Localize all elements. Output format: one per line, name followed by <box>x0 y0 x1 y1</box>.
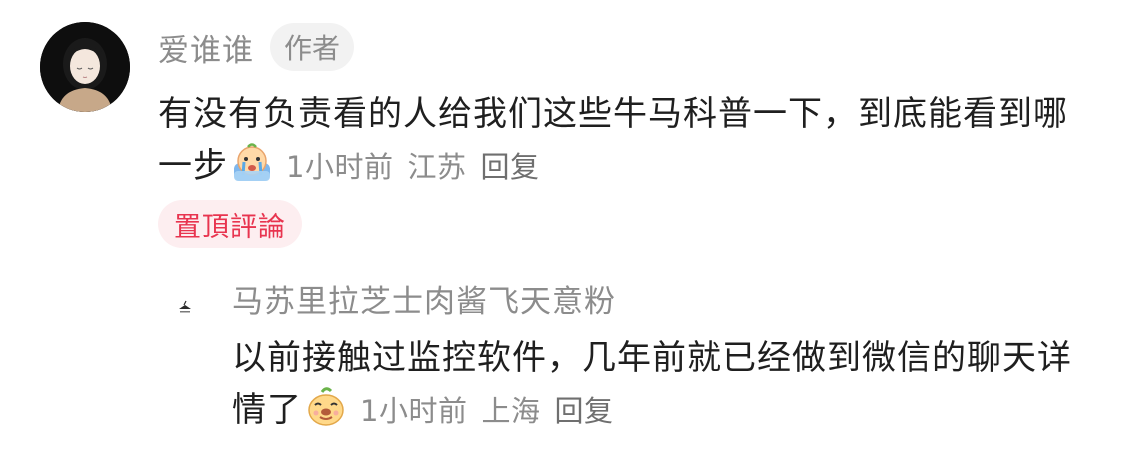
reply-meta: 1小时前 上海 回复 <box>360 394 613 428</box>
comment-reply-button[interactable]: 回复 <box>480 150 539 184</box>
comment-location: 江苏 <box>407 150 467 184</box>
reply-avatar-image <box>179 300 191 313</box>
avatar-image <box>40 22 130 112</box>
comment-body: 有没有负责看的人给我们这些牛马科普一下，到底能看到哪一步 1小时前 江苏 回复 <box>158 88 1078 200</box>
reply-avatar[interactable] <box>174 296 196 318</box>
pinned-comment-badge: 置頂評論 <box>158 200 302 248</box>
comment-meta: 1小时前 江苏 回复 <box>286 150 539 184</box>
reply-text: 以前接触过监控软件，几年前就已经做到微信的聊天详情了 <box>232 338 1072 430</box>
reply-username[interactable]: 马苏里拉芝士肉酱飞天意粉 <box>232 280 616 324</box>
comment-header: 爱谁谁 作者 <box>158 22 355 72</box>
author-badge: 作者 <box>270 23 355 71</box>
reply-location: 上海 <box>481 394 541 428</box>
comment-username[interactable]: 爱谁谁 <box>158 25 254 70</box>
comment-time: 1小时前 <box>286 150 394 184</box>
user-avatar[interactable] <box>40 22 130 112</box>
crying-face-emoji-icon <box>230 141 274 200</box>
reply-time: 1小时前 <box>360 394 468 428</box>
reply-reply-button[interactable]: 回复 <box>554 394 613 428</box>
reply-body: 以前接触过监控软件，几年前就已经做到微信的聊天详情了 1小时前 上海 回复 <box>232 332 1092 444</box>
smirk-face-emoji-icon <box>304 385 348 444</box>
